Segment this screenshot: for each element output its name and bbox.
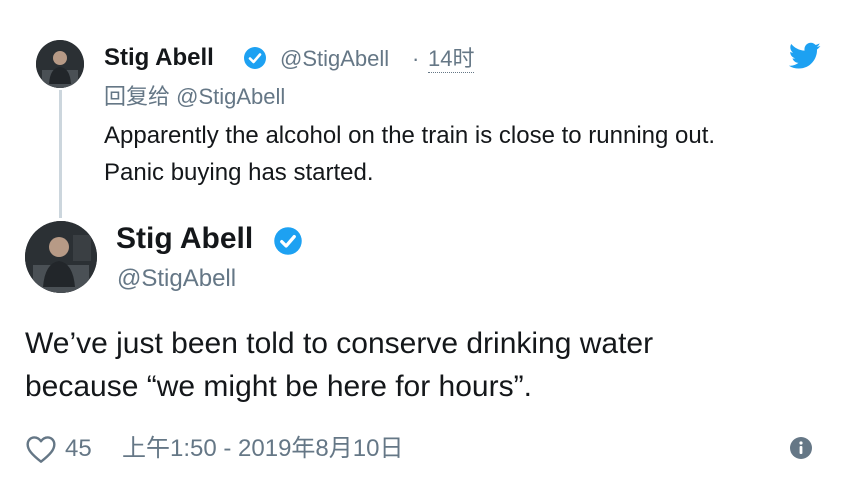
- thread-line: [59, 90, 62, 218]
- parent-author-handle[interactable]: @StigAbell: [280, 46, 389, 72]
- reply-to-prefix: 回复给: [104, 84, 171, 109]
- main-avatar[interactable]: [25, 221, 97, 293]
- parent-author-name[interactable]: Stig Abell: [104, 44, 214, 72]
- parent-tweet-text-line1: Apparently the alcohol on the train is c…: [104, 122, 716, 149]
- main-tweet-text-line2: because “we might be here for hours”.: [25, 370, 532, 403]
- main-author-handle[interactable]: @StigAbell: [117, 264, 236, 294]
- verified-badge-icon: [273, 226, 303, 256]
- twitter-bird-icon[interactable]: [788, 42, 821, 75]
- verified-badge-icon: [243, 46, 267, 70]
- info-icon[interactable]: [789, 436, 813, 465]
- reply-context: 回复给 @StigAbell: [104, 84, 285, 110]
- heart-icon[interactable]: [25, 434, 57, 469]
- main-author-name[interactable]: Stig Abell: [116, 222, 253, 256]
- parent-timestamp[interactable]: 14时: [428, 46, 475, 73]
- parent-separator: ·: [412, 46, 420, 71]
- parent-avatar[interactable]: [36, 40, 84, 88]
- main-tweet-text-line1: We’ve just been told to conserve drinkin…: [25, 327, 654, 360]
- tweet-timestamp[interactable]: 上午1:50 - 2019年8月10日: [122, 434, 403, 464]
- reply-to-handle[interactable]: @StigAbell: [176, 84, 285, 109]
- like-count[interactable]: 45: [65, 434, 92, 464]
- parent-tweet-text-line2: Panic buying has started.: [104, 159, 374, 186]
